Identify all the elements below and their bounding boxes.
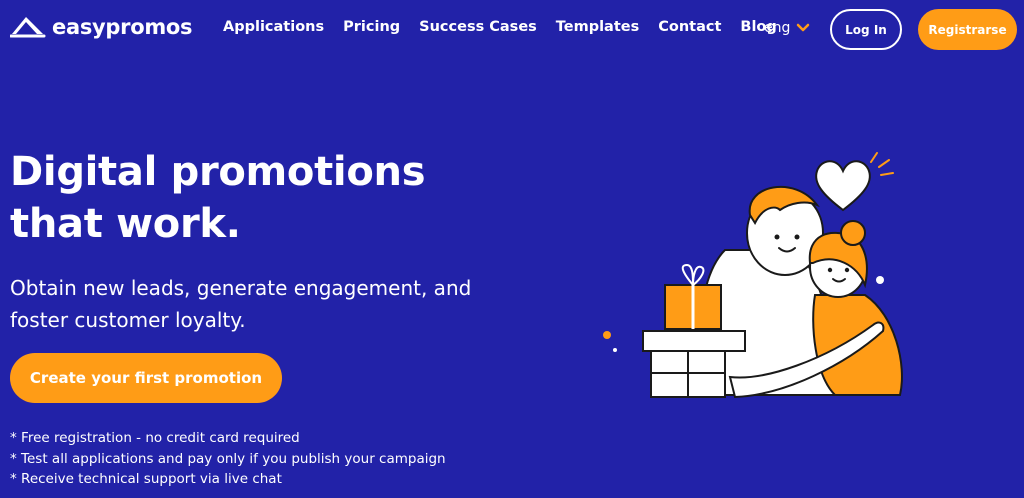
hero-notes: * Free registration - no credit card req… [10,428,446,490]
top-navigation: easypromos Applications Pricing Success … [0,0,1024,60]
note-live-chat-support: * Receive technical support via live cha… [10,471,282,487]
hero-subtitle: Obtain new leads, generate engagement, a… [10,276,472,332]
main-menu: Applications Pricing Success Cases Templ… [223,19,796,35]
language-label: eng [764,20,791,36]
note-free-registration: * Free registration - no credit card req… [10,430,300,446]
create-promotion-button[interactable]: Create your first promotion [10,353,282,403]
language-selector[interactable]: eng [764,20,810,36]
login-button[interactable]: Log In [830,9,902,50]
chevron-down-icon [797,23,810,32]
nav-contact[interactable]: Contact [658,19,721,35]
nav-applications[interactable]: Applications [223,19,324,35]
note-test-applications: * Test all applications and pay only if … [10,450,446,467]
brand-logo[interactable]: easypromos [10,14,193,40]
easypromos-logo-icon [10,17,46,38]
brand-name: easypromos [52,15,193,39]
nav-pricing[interactable]: Pricing [343,19,400,35]
hug-gift-heart-illustration [603,152,903,399]
nav-success-cases[interactable]: Success Cases [419,19,537,35]
register-button[interactable]: Registrarse [918,9,1017,50]
hero-title: Digital promotions that work. [10,149,426,247]
nav-templates[interactable]: Templates [556,19,639,35]
